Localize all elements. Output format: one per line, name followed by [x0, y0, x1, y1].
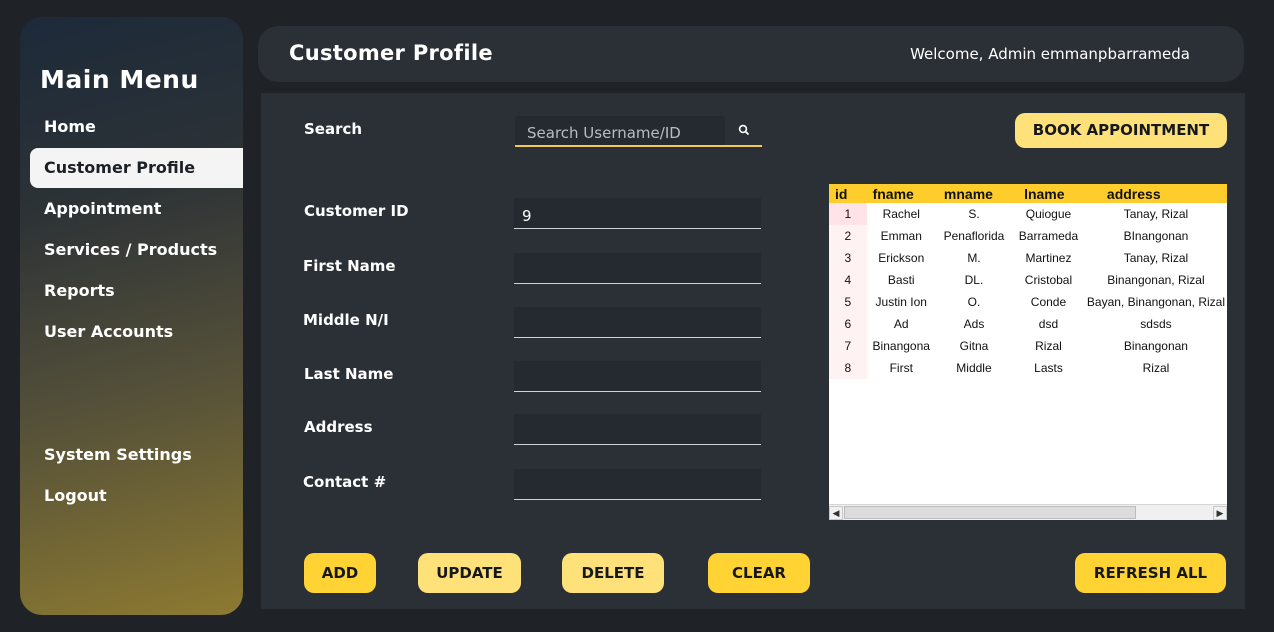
table-row[interactable]: 4 Basti DL. Cristobal Binangonan, Rizal — [829, 269, 1227, 291]
table-cell-address[interactable]: Tanay, Rizal — [1085, 203, 1227, 225]
table-cell-id[interactable]: 1 — [829, 203, 867, 225]
table-cell-address[interactable]: sdsds — [1085, 313, 1227, 335]
table-cell-id[interactable]: 2 — [829, 225, 867, 247]
sidebar-item-logout[interactable]: Logout — [44, 486, 107, 505]
table-cell-address[interactable]: Tanay, Rizal — [1085, 247, 1227, 269]
contact-label: Contact # — [303, 473, 387, 491]
customer-id-field[interactable] — [514, 198, 761, 229]
add-button[interactable]: ADD — [304, 553, 376, 593]
welcome-text: Welcome, Admin emmanpbarrameda — [910, 45, 1190, 63]
table-cell-fname[interactable]: Binangona — [867, 335, 936, 357]
table-cell-address[interactable]: Bayan, Binangonan, Rizal — [1085, 291, 1227, 313]
table-row[interactable]: 7 Binangona Gitna Rizal Binangonan — [829, 335, 1227, 357]
table-cell-mname[interactable]: S. — [936, 203, 1012, 225]
table-cell-lname[interactable]: Barrameda — [1012, 225, 1085, 247]
contact-field[interactable] — [514, 469, 761, 500]
address-field[interactable] — [514, 414, 761, 445]
page-title: Customer Profile — [289, 41, 493, 65]
table-cell-fname[interactable]: Justin Ion — [867, 291, 936, 313]
column-header-id[interactable]: id — [829, 184, 867, 203]
last-name-field[interactable] — [514, 361, 761, 392]
table-cell-mname[interactable]: Penaflorida — [936, 225, 1012, 247]
sidebar-item-appointment[interactable]: Appointment — [44, 199, 161, 218]
clear-button[interactable]: CLEAR — [708, 553, 810, 593]
table-cell-mname[interactable]: Ads — [936, 313, 1012, 335]
search-input[interactable] — [515, 116, 725, 145]
table-row[interactable]: 2 Emman Penaflorida Barrameda BInangonan — [829, 225, 1227, 247]
update-button[interactable]: UPDATE — [418, 553, 521, 593]
table-cell-lname[interactable]: Rizal — [1012, 335, 1085, 357]
middle-initial-label: Middle N/I — [303, 311, 389, 329]
column-header-address[interactable]: address — [1085, 184, 1227, 203]
column-header-lname[interactable]: lname — [1012, 184, 1085, 203]
table-cell-lname[interactable]: Quiogue — [1012, 203, 1085, 225]
table-cell-fname[interactable]: First — [867, 357, 936, 379]
table-cell-lname[interactable]: Lasts — [1012, 357, 1085, 379]
sidebar-item-reports[interactable]: Reports — [44, 281, 115, 300]
book-appointment-button[interactable]: BOOK APPOINTMENT — [1015, 113, 1227, 148]
table-cell-mname[interactable]: Gitna — [936, 335, 1012, 357]
sidebar-item-system-settings[interactable]: System Settings — [44, 445, 192, 464]
scroll-left-icon[interactable]: ◀ — [829, 506, 843, 520]
search-box — [515, 116, 762, 147]
table-header-row: id fname mname lname address — [829, 184, 1227, 203]
sidebar-item-user-accounts[interactable]: User Accounts — [44, 322, 173, 341]
header-bar: Customer Profile Welcome, Admin emmanpba… — [258, 26, 1244, 82]
table-cell-id[interactable]: 4 — [829, 269, 867, 291]
table-cell-fname[interactable]: Rachel — [867, 203, 936, 225]
sidebar-item-services-products[interactable]: Services / Products — [44, 240, 217, 259]
search-label: Search — [304, 120, 363, 138]
search-icon[interactable] — [737, 123, 751, 137]
table-cell-fname[interactable]: Ad — [867, 313, 936, 335]
table-cell-mname[interactable]: O. — [936, 291, 1012, 313]
table-cell-lname[interactable]: dsd — [1012, 313, 1085, 335]
table-row[interactable]: 8 First Middle Lasts Rizal — [829, 357, 1227, 379]
table-cell-address[interactable]: Rizal — [1085, 357, 1227, 379]
table-cell-mname[interactable]: DL. — [936, 269, 1012, 291]
table-cell-fname[interactable]: Basti — [867, 269, 936, 291]
table-cell-fname[interactable]: Emman — [867, 225, 936, 247]
column-header-fname[interactable]: fname — [867, 184, 936, 203]
table-cell-address[interactable]: BInangonan — [1085, 225, 1227, 247]
sidebar-item-home[interactable]: Home — [44, 117, 96, 136]
first-name-field[interactable] — [514, 253, 761, 284]
sidebar-item-customer-profile[interactable]: Customer Profile — [30, 148, 243, 188]
main-panel: Search BOOK APPOINTMENT Customer ID Firs… — [261, 93, 1245, 609]
table-row[interactable]: 6 Ad Ads dsd sdsds — [829, 313, 1227, 335]
table-cell-mname[interactable]: Middle — [936, 357, 1012, 379]
refresh-all-button[interactable]: REFRESH ALL — [1075, 553, 1226, 593]
horizontal-scrollbar[interactable]: ◀ ▶ — [829, 504, 1227, 520]
table-cell-lname[interactable]: Martinez — [1012, 247, 1085, 269]
table-cell-address[interactable]: Binangonan, Rizal — [1085, 269, 1227, 291]
sidebar: Main Menu Home Customer Profile Appointm… — [20, 17, 243, 615]
last-name-label: Last Name — [304, 365, 394, 383]
customer-id-label: Customer ID — [304, 202, 409, 220]
table-cell-lname[interactable]: Cristobal — [1012, 269, 1085, 291]
middle-initial-field[interactable] — [514, 307, 761, 338]
table-cell-id[interactable]: 3 — [829, 247, 867, 269]
table-row[interactable]: 5 Justin Ion O. Conde Bayan, Binangonan, Riz… — [829, 291, 1227, 313]
scrollbar-thumb[interactable] — [844, 506, 1136, 519]
table-cell-fname[interactable]: Erickson — [867, 247, 936, 269]
first-name-label: First Name — [303, 257, 396, 275]
delete-button[interactable]: DELETE — [562, 553, 664, 593]
table-cell-id[interactable]: 7 — [829, 335, 867, 357]
table-cell-id[interactable]: 8 — [829, 357, 867, 379]
sidebar-title: Main Menu — [40, 65, 199, 94]
table-cell-address[interactable]: Binangonan — [1085, 335, 1227, 357]
address-label: Address — [304, 418, 373, 436]
customer-table[interactable]: id fname mname lname address 1 Rachel S. Qu… — [829, 184, 1227, 520]
table-row[interactable]: 1 Rachel S. Quiogue Tanay, Rizal — [829, 203, 1227, 225]
table-cell-id[interactable]: 6 — [829, 313, 867, 335]
table-row[interactable]: 3 Erickson M. Martinez Tanay, Rizal — [829, 247, 1227, 269]
column-header-mname[interactable]: mname — [936, 184, 1012, 203]
table-cell-mname[interactable]: M. — [936, 247, 1012, 269]
scroll-right-icon[interactable]: ▶ — [1213, 506, 1227, 520]
table-cell-id[interactable]: 5 — [829, 291, 867, 313]
table-cell-lname[interactable]: Conde — [1012, 291, 1085, 313]
